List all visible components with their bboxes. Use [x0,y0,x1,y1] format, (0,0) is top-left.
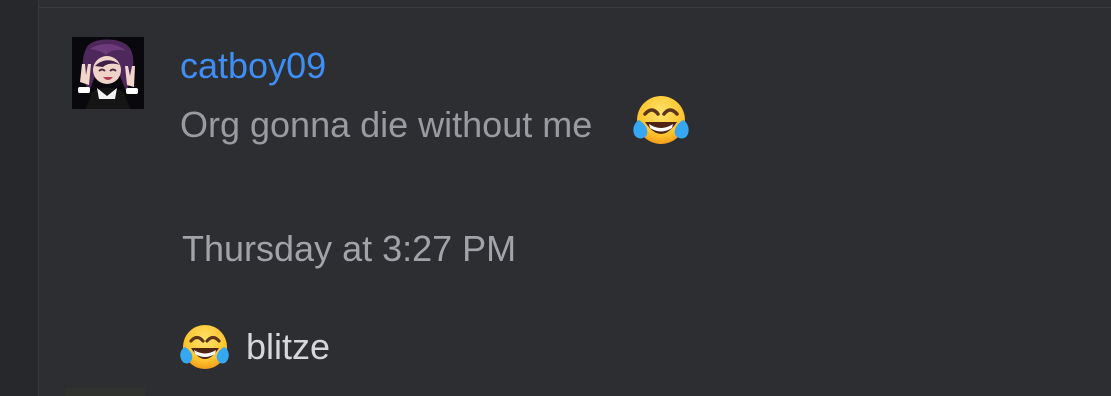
tears-of-joy-emoji-icon [632,94,689,148]
top-divider [39,0,1111,8]
reaction-tears-of-joy-icon[interactable] [179,323,230,372]
left-rail [0,0,39,396]
reaction-user-name[interactable]: blitze [246,326,330,368]
message-timestamp: Thursday at 3:27 PM [182,228,517,269]
message-text: Org gonna die without me [180,104,593,145]
bottom-left-edge-mark [65,388,145,396]
avatar[interactable] [72,37,144,109]
avatar-image [72,37,144,109]
username-link[interactable]: catboy09 [180,45,326,87]
